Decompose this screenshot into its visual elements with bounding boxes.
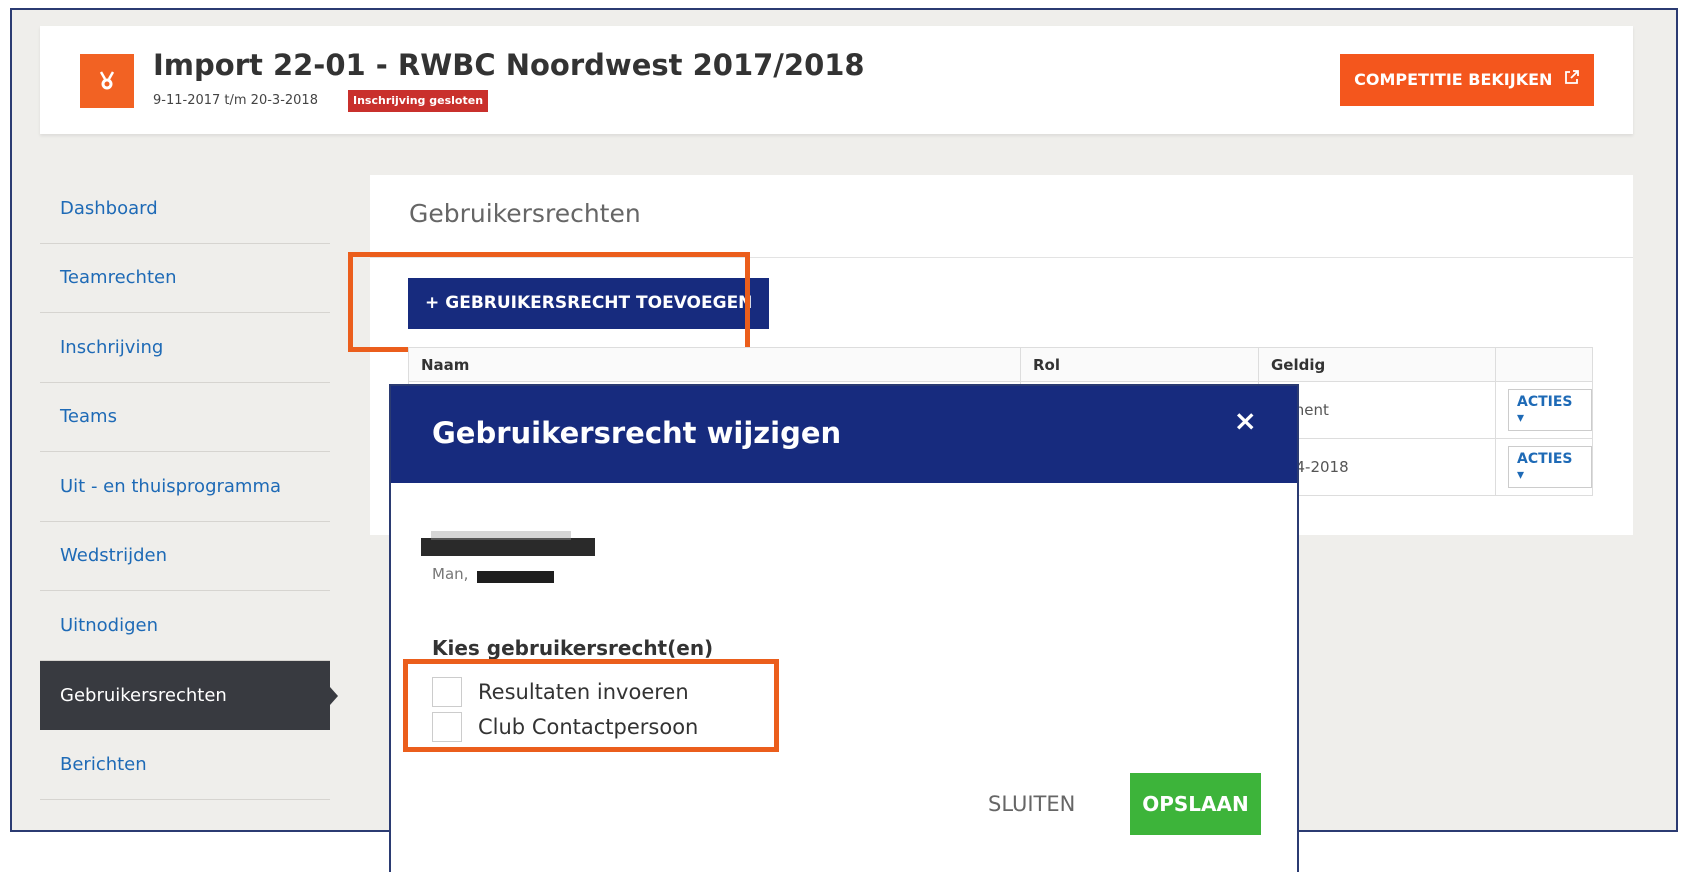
sidebar-item-dashboard[interactable]: Dashboard xyxy=(40,174,330,244)
sidebar-item-teamrechten[interactable]: Teamrechten xyxy=(40,244,330,313)
actions-label: ACTIES xyxy=(1517,451,1573,467)
competition-header: Import 22-01 - RWBC Noordwest 2017/2018 … xyxy=(40,26,1633,134)
modal-title: Gebruikersrecht wijzigen xyxy=(432,416,842,450)
table-header-row: Naam Rol Geldig xyxy=(408,347,1593,382)
redacted-person-name xyxy=(421,531,595,556)
column-header-naam: Naam xyxy=(408,347,1021,382)
highlight-box-options xyxy=(403,659,779,752)
cell-actions: ACTIES ▾ xyxy=(1495,438,1593,496)
view-competition-button[interactable]: COMPETITIE BEKIJKEN xyxy=(1340,54,1594,106)
close-icon[interactable]: × xyxy=(1234,404,1257,437)
view-competition-label: COMPETITIE BEKIJKEN xyxy=(1354,70,1553,89)
caret-down-icon: ▾ xyxy=(1517,467,1525,483)
status-badge: Inschrijving gesloten xyxy=(348,90,489,112)
page-title: Import 22-01 - RWBC Noordwest 2017/2018 xyxy=(153,48,865,82)
person-details: Man, xyxy=(432,565,469,583)
caret-down-icon: ▾ xyxy=(1517,410,1525,426)
column-header-rol: Rol xyxy=(1020,347,1259,382)
save-button[interactable]: OPSLAAN xyxy=(1130,773,1261,835)
highlight-box-add-button xyxy=(348,252,750,352)
actions-dropdown-button[interactable]: ACTIES ▾ xyxy=(1508,446,1592,488)
edit-user-right-modal: Gebruikersrecht wijzigen × Man, Kies geb… xyxy=(389,384,1299,872)
choose-rights-label: Kies gebruikersrecht(en) xyxy=(432,636,714,660)
sidebar-nav: Dashboard Teamrechten Inschrijving Teams… xyxy=(40,174,338,800)
panel-title: Gebruikersrechten xyxy=(409,199,641,228)
close-button[interactable]: SLUITEN xyxy=(988,792,1075,816)
external-link-icon xyxy=(1564,70,1580,89)
sidebar-item-gebruikersrechten[interactable]: Gebruikersrechten xyxy=(40,660,338,730)
date-range: 9-11-2017 t/m 20-3-2018 xyxy=(153,93,318,108)
sidebar-item-uitnodigen[interactable]: Uitnodigen xyxy=(40,591,330,661)
sidebar-item-wedstrijden[interactable]: Wedstrijden xyxy=(40,522,330,591)
sidebar-item-inschrijving[interactable]: Inschrijving xyxy=(40,313,330,383)
column-header-actions xyxy=(1495,347,1593,382)
actions-dropdown-button[interactable]: ACTIES ▾ xyxy=(1508,389,1592,431)
sidebar-item-berichten[interactable]: Berichten xyxy=(40,730,330,800)
sidebar-item-teams[interactable]: Teams xyxy=(40,383,330,452)
actions-label: ACTIES xyxy=(1517,394,1573,410)
column-header-geldig: Geldig xyxy=(1258,347,1496,382)
sidebar-item-programma[interactable]: Uit - en thuisprogramma xyxy=(40,452,330,522)
medal-icon xyxy=(80,54,134,108)
modal-header: Gebruikersrecht wijzigen × xyxy=(391,386,1297,483)
redacted-person-id xyxy=(477,571,554,583)
cell-actions: ACTIES ▾ xyxy=(1495,381,1593,439)
